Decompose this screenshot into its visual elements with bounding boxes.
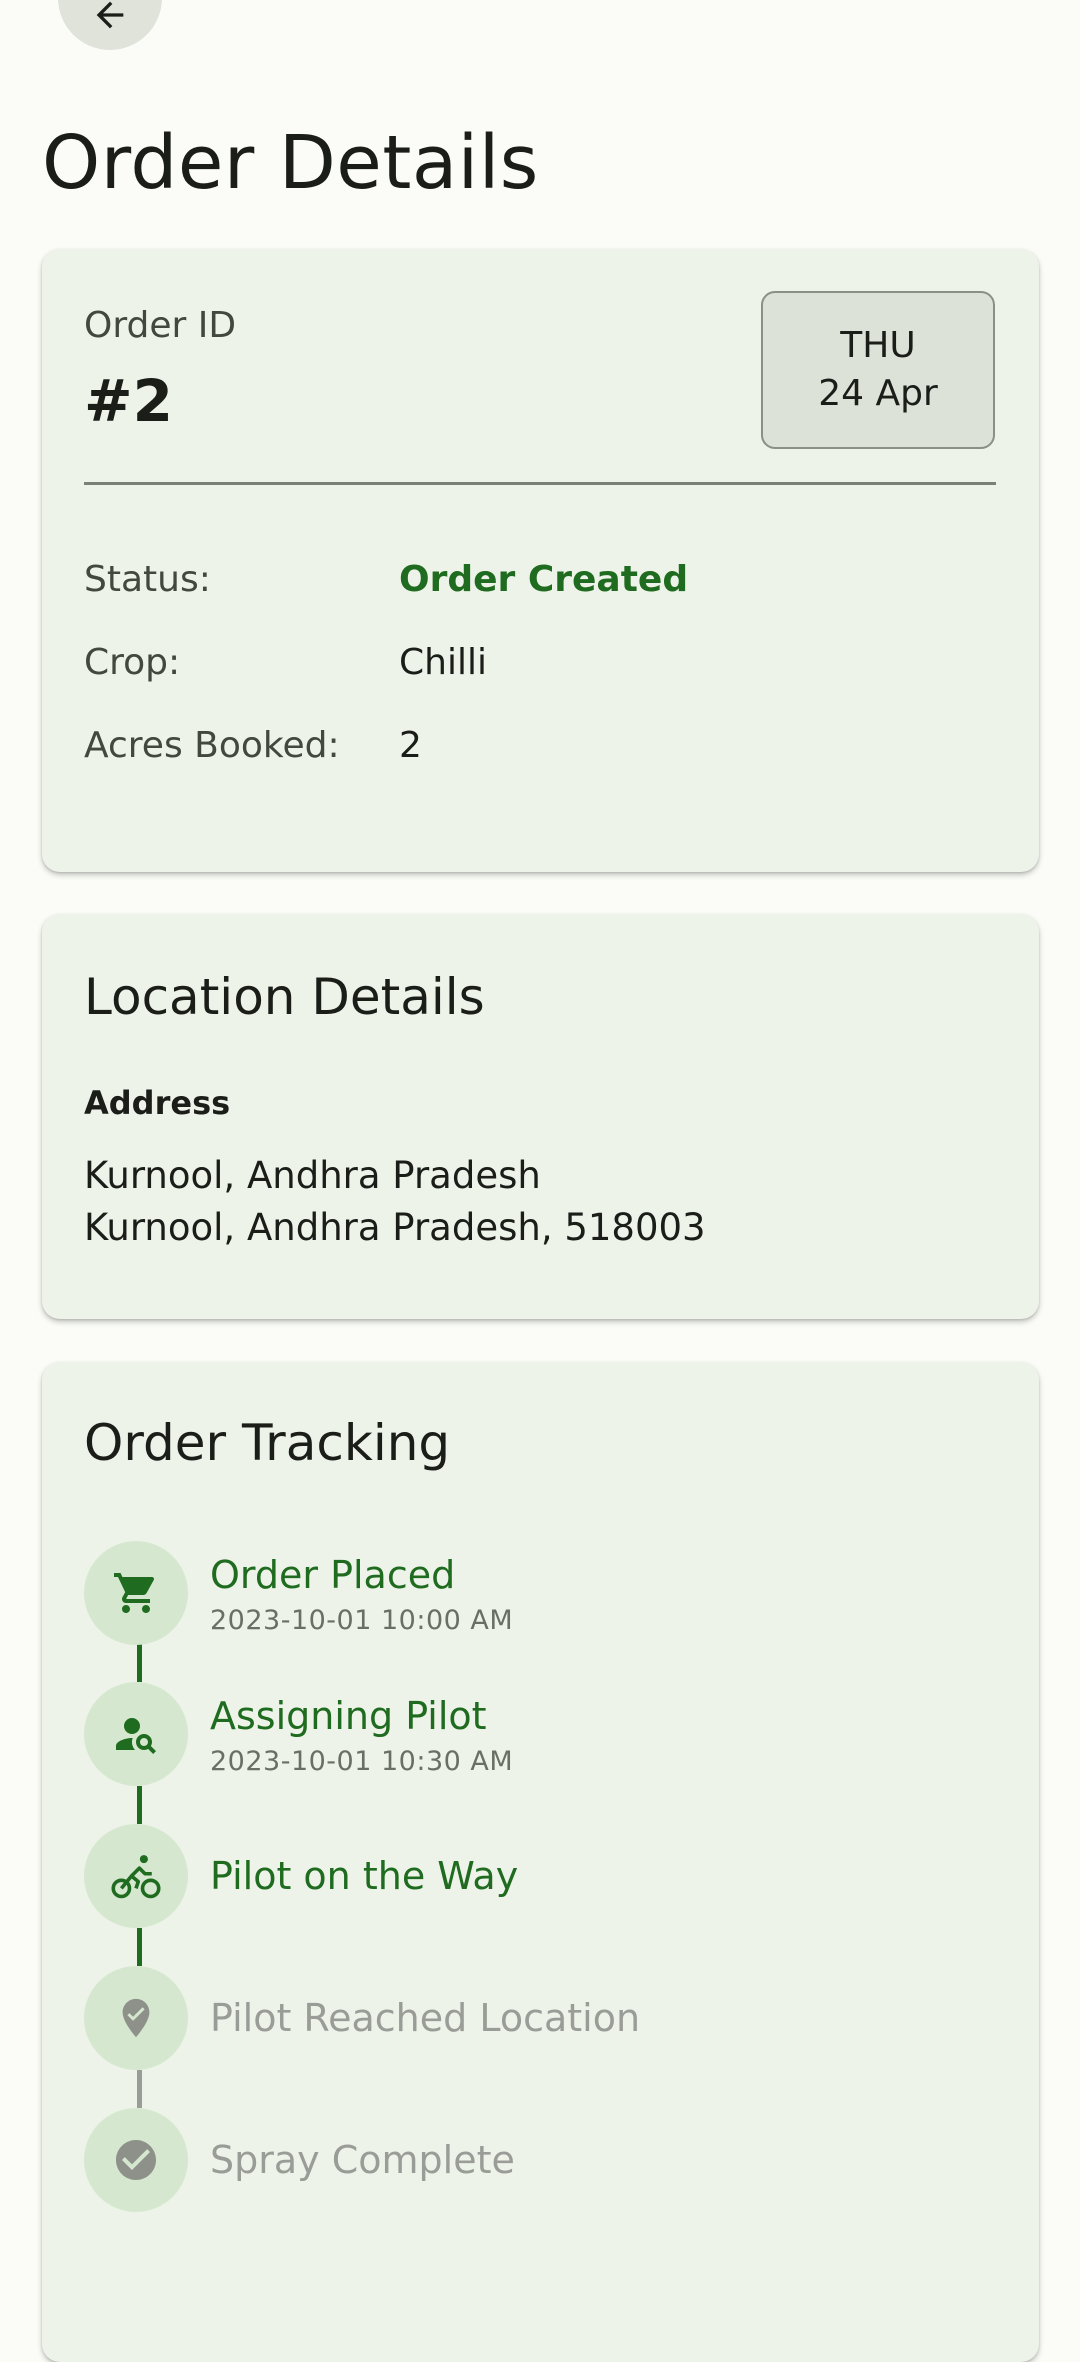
address-line-2: Kurnool, Andhra Pradesh, 518003 [84,1206,706,1249]
timeline-connector [137,2070,142,2108]
bike-rider-icon [111,1855,161,1899]
shopping-cart-icon [114,1573,155,1613]
timeline-connector [137,1786,142,1824]
step-circle [84,2108,188,2212]
divider [84,482,996,485]
order-date-chip: THU 24 Apr [761,291,995,449]
step-circle [84,1682,188,1786]
acres-row: Acres Booked: 2 [84,725,996,775]
tracking-step-pilot-on-the-way: Pilot on the Way [84,1824,996,1928]
tracking-title: Order Tracking [84,1414,451,1472]
check-circle-icon [116,2140,156,2180]
crop-value: Chilli [399,642,487,683]
order-tracking-card: Order Tracking Order Placed 2023-10-01 1… [42,1362,1039,2362]
address-line-1: Kurnool, Andhra Pradesh [84,1154,541,1197]
page-title: Order Details [42,120,539,206]
location-check-icon [122,1998,150,2038]
tracking-step-order-placed: Order Placed 2023-10-01 10:00 AM [84,1541,996,1645]
step-circle [84,1824,188,1928]
step-circle [84,1541,188,1645]
acres-label: Acres Booked: [84,725,340,766]
crop-row: Crop: Chilli [84,642,996,692]
address-label: Address [84,1084,231,1122]
order-summary-card: Order ID #2 THU 24 Apr Status: Order Cre… [42,249,1039,872]
arrow-back-icon [96,1,124,29]
tracking-step-assigning-pilot: Assigning Pilot 2023-10-01 10:30 AM [84,1682,996,1786]
crop-label: Crop: [84,642,181,683]
step-title: Spray Complete [210,2138,515,2182]
tracking-step-spray-complete: Spray Complete [84,2108,996,2212]
order-id-value: #2 [84,367,173,435]
location-details-card: Location Details Address Kurnool, Andhra… [42,914,1039,1319]
status-value: Order Created [399,559,689,600]
back-button[interactable] [58,0,162,50]
order-date-date: 24 Apr [818,373,938,414]
step-title: Pilot on the Way [210,1854,519,1898]
order-id-label: Order ID [84,305,237,346]
location-title: Location Details [84,968,485,1026]
status-row: Status: Order Created [84,559,996,609]
step-time: 2023-10-01 10:30 AM [210,1746,514,1777]
acres-value: 2 [399,725,422,766]
status-label: Status: [84,559,211,600]
step-time: 2023-10-01 10:00 AM [210,1605,514,1636]
person-search-icon [116,1718,156,1754]
timeline-connector [137,1644,142,1682]
timeline-connector [137,1928,142,1966]
tracking-step-pilot-reached-location: Pilot Reached Location [84,1966,996,2070]
order-date-day: THU [840,325,916,366]
step-title: Assigning Pilot [210,1694,487,1738]
step-title: Order Placed [210,1553,456,1597]
step-circle [84,1966,188,2070]
step-title: Pilot Reached Location [210,1996,641,2040]
